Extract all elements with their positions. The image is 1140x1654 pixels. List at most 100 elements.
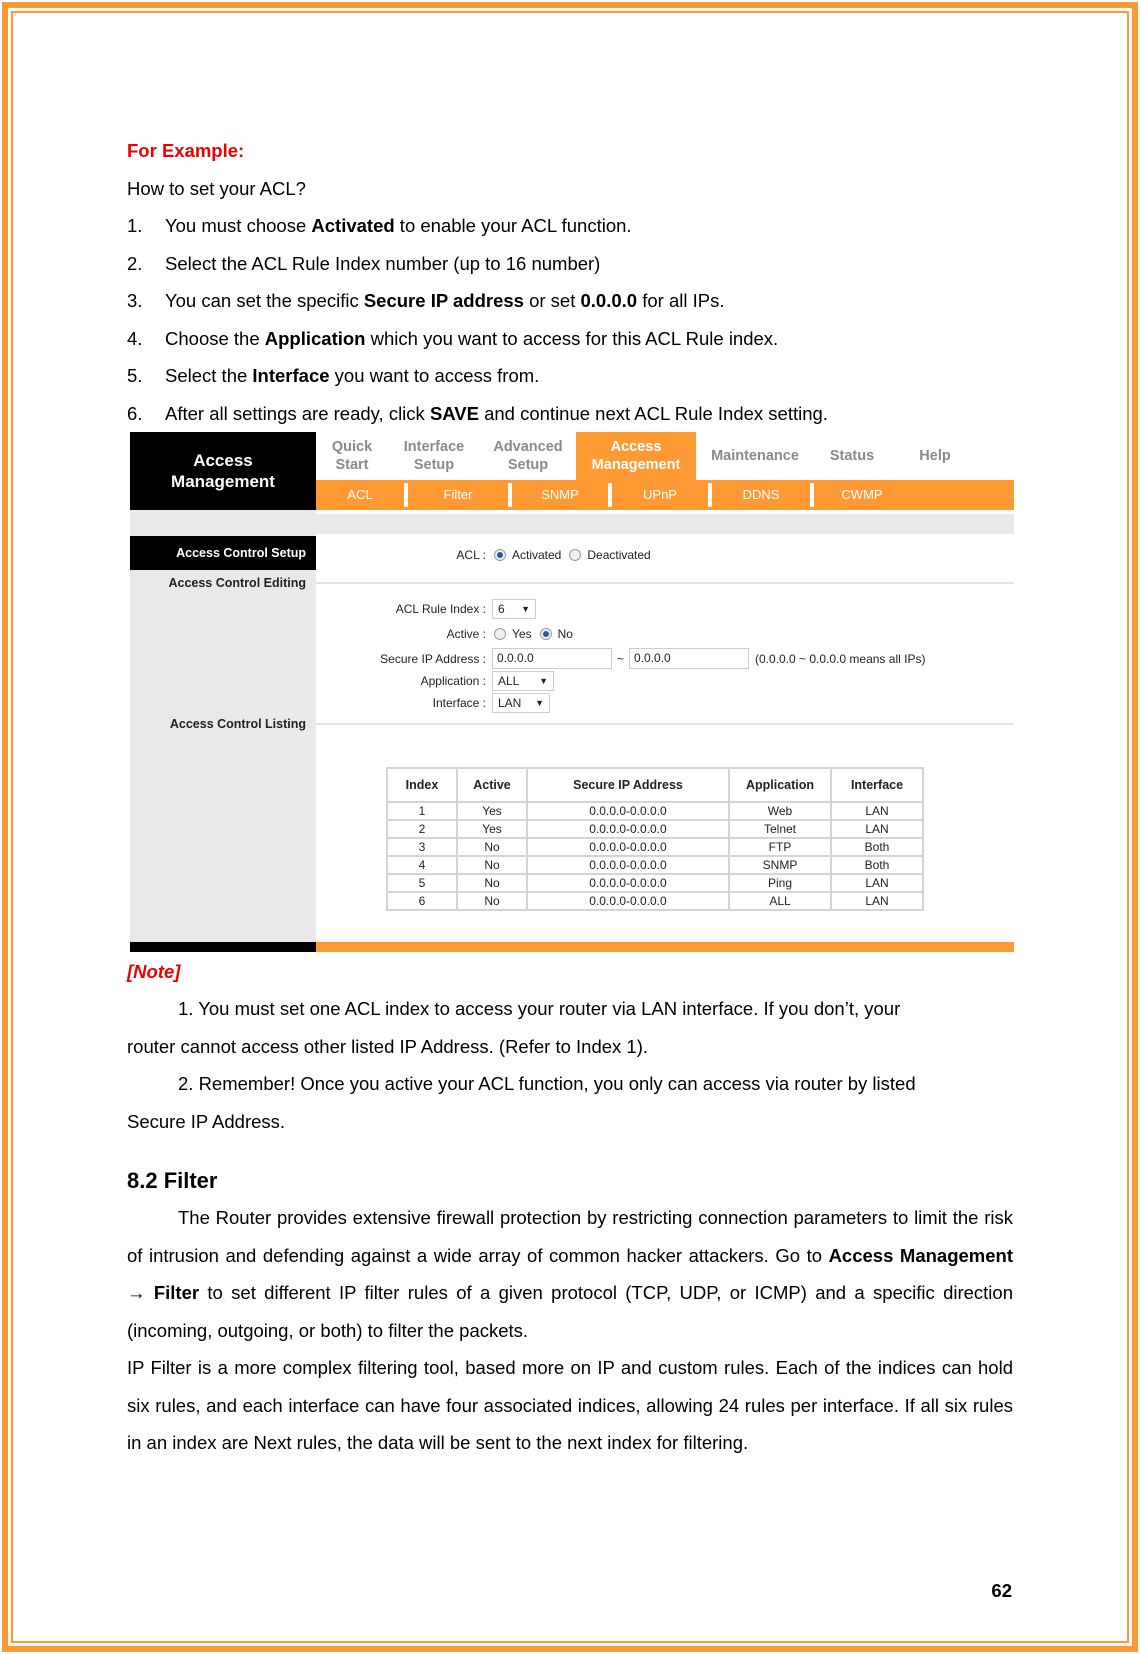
step-fragment: You must choose [165, 215, 312, 236]
note-item1-line1: 1. You must set one ACL index to access … [178, 998, 901, 1019]
table-cell: Yes [456, 801, 528, 821]
intro-section: For Example: How to set your ACL? 1. You … [127, 132, 1013, 432]
table-row: 3 No 0.0.0.0-0.0.0.0 FTP Both [386, 837, 924, 857]
sub-tab-snmp[interactable]: SNMP [512, 480, 608, 510]
table-cell: Both [830, 855, 924, 875]
table-cell: SNMP [728, 855, 832, 875]
tab-label: Access [610, 439, 662, 455]
interface-value: LAN [498, 696, 522, 710]
acl-label: ACL : [456, 548, 486, 562]
top-tab[interactable]: Advanced Setup [480, 432, 576, 480]
step-text: Select the ACL Rule Index number (up to … [165, 245, 600, 283]
sub-tab-filter[interactable]: Filter [408, 480, 508, 510]
top-tab[interactable]: Maintenance [696, 432, 814, 480]
tab-label: Start [335, 457, 369, 473]
step-number: 3. [127, 290, 143, 311]
divider [316, 723, 1014, 725]
table-cell: 0.0.0.0-0.0.0.0 [526, 891, 730, 911]
application-label: Application : [420, 674, 486, 688]
step-fragment: Choose the [165, 327, 265, 349]
table-cell: 4 [386, 855, 458, 875]
step-item: 4. Choose the Application which you want … [127, 320, 1013, 358]
note-item2-line2: Secure IP Address. [127, 1110, 286, 1132]
step-keyword: Application [264, 327, 366, 349]
step-item: 5. Select the Interface you want to acces… [127, 357, 1013, 395]
step-number: 1. [127, 215, 143, 236]
table-cell: 0.0.0.0-0.0.0.0 [526, 837, 730, 857]
acl-activated-radio[interactable] [494, 549, 506, 561]
secure-ip-end-input[interactable]: 0.0.0.0 [629, 648, 750, 669]
step-item: 2. Select the ACL Rule Index number (up t… [127, 245, 1013, 283]
ip-range-separator: ~ [617, 651, 625, 666]
top-tab[interactable]: Quick Start [316, 432, 388, 480]
column-header: Interface [830, 767, 924, 803]
step-text: You must choose Activated to enable your… [165, 207, 632, 245]
step-item: 1. You must choose Activated to enable yo… [127, 207, 1013, 245]
step-keyword: Activated [311, 215, 395, 236]
step-number: 2. [127, 252, 143, 274]
filter-paragraph-1: The Router provides extensive firewall p… [127, 1199, 1013, 1349]
para1-text-end: to set different IP filter rules of a gi… [127, 1282, 1013, 1341]
table-cell: 1 [386, 801, 458, 821]
active-no-label: No [557, 627, 573, 641]
step-fragment: and continue next ACL Rule Index setting… [478, 402, 828, 424]
acl-deactivated-radio[interactable] [569, 549, 582, 561]
top-tab[interactable]: Status [814, 432, 890, 480]
application-select[interactable]: ALL ▼ [492, 671, 554, 691]
table-cell: LAN [830, 891, 924, 911]
table-cell: LAN [830, 801, 924, 821]
tab-label: Help [919, 448, 951, 464]
sub-tab-cwmp[interactable]: CWMP [814, 480, 910, 510]
step-item: 3. You can set the specific Secure IP add… [127, 282, 1013, 320]
acl-listing-table: Index Active Secure IP Address Application I… [386, 767, 924, 911]
table-cell: Web [728, 801, 832, 821]
top-tab[interactable]: Help [890, 432, 980, 480]
table-cell: 5 [386, 873, 458, 893]
step-fragment: Select the ACL Rule Index number (up to … [165, 252, 601, 274]
table-cell: 6 [386, 891, 458, 911]
note-item1-line2: router cannot access other listed IP Add… [127, 1035, 649, 1057]
step-number: 4. [127, 327, 143, 349]
top-tab[interactable]: Interface Setup [388, 432, 480, 480]
sub-tab-ddns[interactable]: DDNS [712, 480, 810, 510]
rule-index-value: 6 [498, 602, 505, 616]
table-row: 2 Yes 0.0.0.0-0.0.0.0 Telnet LAN [386, 819, 924, 839]
table-cell: 0.0.0.0-0.0.0.0 [526, 819, 730, 839]
tab-label: Setup [507, 457, 549, 473]
column-header: Index [386, 767, 458, 803]
step-item: 6. After all settings are ready, click SA… [127, 395, 1013, 433]
table-cell: FTP [728, 837, 832, 857]
steps-list: 1. You must choose Activated to enable yo… [127, 207, 1013, 432]
active-row: Active : Yes No [316, 627, 573, 641]
router-screenshot: Access Management Quick Start Interface Setu… [130, 432, 1014, 952]
table-cell: 0.0.0.0-0.0.0.0 [526, 801, 730, 821]
table-cell: Ping [728, 873, 832, 893]
step-fragment: for all IPs. [637, 290, 725, 311]
active-no-radio[interactable] [539, 628, 552, 640]
sub-tab-upnp[interactable]: UPnP [612, 480, 708, 510]
secure-ip-hint: (0.0.0.0 ~ 0.0.0.0 means all IPs) [755, 651, 926, 666]
table-cell: 3 [386, 837, 458, 857]
question-text: How to set your ACL? [127, 177, 306, 199]
secure-ip-start-input[interactable]: 0.0.0.0 [492, 648, 612, 669]
section-header: Access Control Setup [130, 536, 316, 570]
dropdown-arrow-icon: ▼ [535, 698, 544, 708]
tab-label: Interface [403, 439, 465, 455]
top-tab[interactable]: Access Management [576, 432, 696, 480]
step-number: 5. [127, 365, 143, 386]
table-cell: ALL [728, 891, 832, 911]
rule-index-select[interactable]: 6 ▼ [492, 599, 536, 619]
tab-label: Setup [413, 457, 455, 473]
step-keyword: SAVE [429, 402, 479, 424]
tab-label: Maintenance [711, 448, 799, 464]
table-row: 5 No 0.0.0.0-0.0.0.0 Ping LAN [386, 873, 924, 893]
rule-index-label: ACL Rule Index : [395, 602, 486, 616]
table-cell: LAN [830, 873, 924, 893]
sub-tab-acl[interactable]: ACL [316, 480, 404, 510]
active-yes-label: Yes [512, 627, 532, 641]
notes-and-filter: [Note] 1. You must set one ACL index to … [127, 957, 1013, 1462]
section-listing-label: Access Control Listing [169, 717, 306, 731]
active-yes-radio[interactable] [494, 628, 506, 640]
filter-heading: 8.2 Filter [127, 1168, 218, 1193]
interface-select[interactable]: LAN ▼ [492, 693, 550, 713]
